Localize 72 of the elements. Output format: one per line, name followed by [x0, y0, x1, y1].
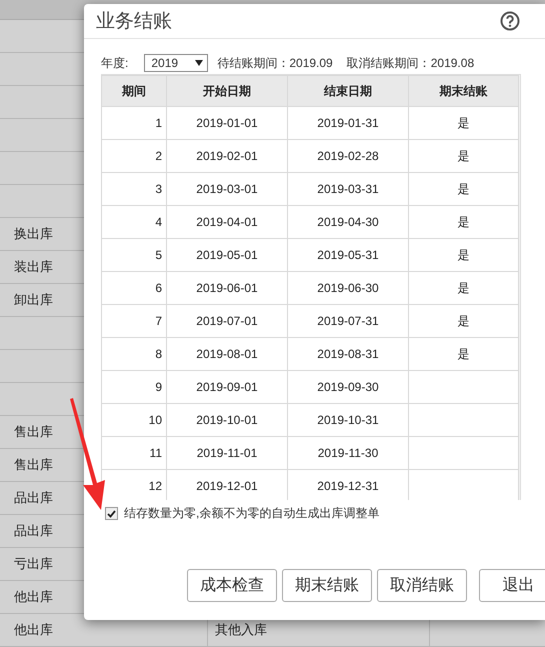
table-cell: 亏出库 — [14, 555, 53, 573]
table-cell: 售出库 — [14, 456, 53, 474]
table-cell: 2 — [102, 140, 166, 172]
table-cell: 换出库 — [14, 225, 53, 243]
table-cell: 售出库 — [14, 423, 53, 441]
year-select[interactable]: 2019 — [144, 54, 208, 72]
table-cell: 装出库 — [14, 258, 53, 276]
table-cell: 品出库 — [14, 522, 53, 540]
help-icon[interactable] — [500, 11, 520, 31]
dialog-button[interactable]: 取消结账 — [377, 569, 467, 602]
table-cell: 3 — [102, 172, 166, 206]
table-cell: 2019-08-31 — [288, 338, 408, 370]
table-cell: 4 — [102, 206, 166, 238]
table-cell: 2019-01-31 — [288, 106, 408, 140]
table-cell: 8 — [102, 338, 166, 370]
table-cell: 2019-04-01 — [166, 206, 288, 238]
table-cell: 12 — [102, 470, 166, 500]
table-cell: 是 — [408, 304, 518, 338]
table-cell: 2019-06-01 — [166, 272, 288, 304]
table-cell: 2019-11-30 — [288, 436, 408, 470]
table-cell: 9 — [102, 370, 166, 404]
table-cell: 10 — [102, 404, 166, 436]
table-cell: 2019-10-01 — [166, 404, 288, 436]
pending-period-text: 待结账期间：2019.09 — [217, 54, 333, 72]
dialog-button[interactable]: 成本检查 — [187, 569, 277, 602]
table-cell: 是 — [408, 106, 518, 140]
table-cell: 2019-04-30 — [288, 206, 408, 238]
table-cell: 2019-07-01 — [166, 304, 288, 338]
table-cell: 2019-08-01 — [166, 338, 288, 370]
table-cell: 5 — [102, 238, 166, 272]
table-cell: 2019-02-28 — [288, 140, 408, 172]
dialog-button[interactable]: 退出 — [479, 569, 545, 602]
column-header: 期末结账 — [408, 76, 518, 106]
table-cell: 2019-01-01 — [166, 106, 288, 140]
table-cell: 是 — [408, 140, 518, 172]
table-cell: 品出库 — [14, 489, 53, 507]
table-cell: 2019-05-31 — [288, 238, 408, 272]
column-header: 期间 — [102, 76, 166, 106]
table-cell: 他出库 — [14, 621, 53, 639]
column-header: 结束日期 — [288, 76, 408, 106]
table-cell: 卸出库 — [14, 291, 53, 309]
table-cell: 2019-11-01 — [166, 436, 288, 470]
checkbox-label: 结存数量为零,余额不为零的自动生成出库调整单 — [124, 505, 380, 522]
column-header: 开始日期 — [166, 76, 288, 106]
table-cell: 是 — [408, 238, 518, 272]
table-cell: 2019-12-31 — [288, 470, 408, 500]
table-cell: 是 — [408, 172, 518, 206]
table-cell: 2019-02-01 — [166, 140, 288, 172]
table-cell: 是 — [408, 206, 518, 238]
table-cell: 6 — [102, 272, 166, 304]
dialog-title: 业务结账 — [96, 10, 172, 34]
cancel-period-text: 取消结账期间：2019.08 — [346, 54, 474, 72]
table-cell: 7 — [102, 304, 166, 338]
table-cell: 2019-10-31 — [288, 404, 408, 436]
caret-icon — [195, 60, 204, 66]
table-cell: 其他入库 — [215, 621, 267, 639]
table-cell: 11 — [102, 436, 166, 470]
table-cell: 2019-03-31 — [288, 172, 408, 206]
table-cell: 2019-06-30 — [288, 272, 408, 304]
table-cell: 2019-03-01 — [166, 172, 288, 206]
table-cell: 1 — [102, 106, 166, 140]
table-cell: 2019-09-01 — [166, 370, 288, 404]
table-cell: 2019-09-30 — [288, 370, 408, 404]
table-cell: 2019-12-01 — [166, 470, 288, 500]
table-cell: 是 — [408, 272, 518, 304]
dialog-button[interactable]: 期末结账 — [282, 569, 372, 602]
table-cell: 是 — [408, 338, 518, 370]
year-label: 年度: — [101, 54, 128, 72]
checkbox[interactable] — [105, 507, 118, 520]
table-cell: 2019-05-01 — [166, 238, 288, 272]
table-cell: 2019-07-31 — [288, 304, 408, 338]
table-cell: 他出库 — [14, 588, 53, 606]
